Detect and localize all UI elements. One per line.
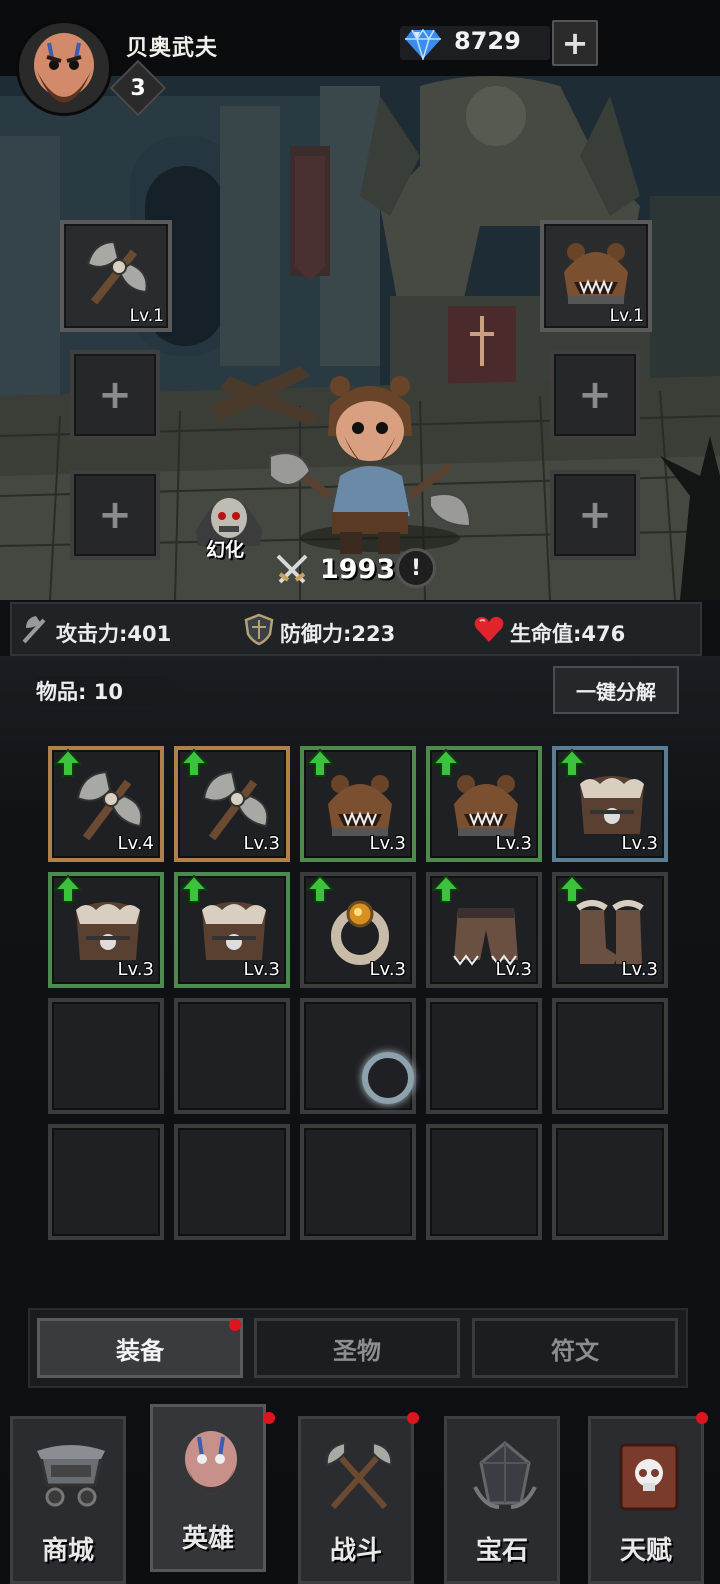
- nav-talent[interactable]: 天赋: [588, 1416, 704, 1584]
- empty-inventory-slot[interactable]: [426, 1124, 542, 1240]
- bear-helmet-icon: [564, 243, 628, 304]
- player-name: 贝奥武夫: [126, 36, 219, 61]
- inventory-item-fur-pants[interactable]: Lv.3: [426, 872, 542, 988]
- axe-icon: [86, 240, 148, 305]
- hp-stat: 生命值:476: [510, 622, 626, 646]
- player-level: 3: [130, 75, 146, 101]
- defense-stat: 防御力:223: [280, 622, 396, 646]
- inventory-item-fur-boots[interactable]: Lv.3: [552, 872, 668, 988]
- upgrade-arrow-icon: [54, 874, 82, 903]
- empty-inventory-slot[interactable]: [48, 1124, 164, 1240]
- upgrade-arrow-icon: [180, 748, 208, 777]
- inventory-item-ring[interactable]: Lv.3: [300, 872, 416, 988]
- nav-shop[interactable]: 商城: [10, 1416, 126, 1584]
- inventory-item-fur-armor[interactable]: Lv.3: [174, 872, 290, 988]
- empty-equip-slot[interactable]: +: [550, 350, 640, 440]
- upgrade-arrow-icon: [558, 874, 586, 903]
- gem-count: 8729: [454, 27, 521, 55]
- diamond-icon: [405, 28, 441, 60]
- inventory-item-axe[interactable]: Lv.3: [174, 746, 290, 862]
- dismantle-all-button[interactable]: 一键分解: [553, 666, 679, 714]
- equipped-weapon-slot[interactable]: Lv.1: [60, 220, 172, 332]
- empty-inventory-slot[interactable]: [48, 998, 164, 1114]
- item-level: Lv.3: [243, 959, 280, 980]
- slot-level: Lv.1: [129, 306, 164, 326]
- notification-dot: [696, 1412, 708, 1424]
- plus-icon: +: [578, 372, 612, 418]
- power-info-button[interactable]: !: [396, 548, 436, 588]
- tab-equipment[interactable]: 装备: [37, 1318, 243, 1378]
- attack-stat: 攻击力:401: [56, 622, 172, 646]
- empty-equip-slot[interactable]: +: [70, 350, 160, 440]
- combat-power: 1993: [320, 554, 396, 585]
- items-count: 物品: 10: [36, 676, 186, 706]
- tab-runes[interactable]: 符文: [472, 1318, 678, 1378]
- axe-attack-icon: [22, 616, 46, 644]
- inventory-item-fur-armor[interactable]: Lv.3: [552, 746, 668, 862]
- crossed-swords-icon: [276, 554, 308, 584]
- upgrade-arrow-icon: [432, 748, 460, 777]
- empty-inventory-slot[interactable]: [174, 1124, 290, 1240]
- skull-book-icon: [619, 1443, 679, 1511]
- nav-label: 商城: [41, 1536, 94, 1566]
- notification-dot: [263, 1412, 275, 1424]
- plus-icon: +: [578, 492, 612, 538]
- nav-label: 战斗: [329, 1536, 382, 1566]
- plus-icon: +: [98, 372, 132, 418]
- shield-icon: [244, 613, 274, 646]
- add-gems-button[interactable]: +: [552, 20, 598, 66]
- item-level: Lv.3: [369, 959, 406, 980]
- item-level: Lv.3: [243, 833, 280, 854]
- item-level: Lv.3: [117, 959, 154, 980]
- inventory-item-bear-helmet[interactable]: Lv.3: [300, 746, 416, 862]
- heart-icon: [474, 616, 504, 642]
- nav-label: 英雄: [181, 1524, 234, 1554]
- empty-inventory-slot[interactable]: [552, 1124, 668, 1240]
- item-level: Lv.3: [621, 833, 658, 854]
- nav-gems[interactable]: 宝石: [444, 1416, 560, 1584]
- item-level: Lv.4: [117, 833, 154, 854]
- nav-label: 宝石: [475, 1536, 528, 1566]
- equipped-helmet-slot[interactable]: Lv.1: [540, 220, 652, 332]
- stats-bar: 攻击力:401 防御力:223 生命值:476: [10, 602, 702, 656]
- skin-button[interactable]: 幻化: [206, 535, 244, 562]
- upgrade-arrow-icon: [306, 874, 334, 903]
- nav-label: 天赋: [619, 1536, 672, 1566]
- nav-hero[interactable]: 英雄: [150, 1404, 266, 1572]
- upgrade-arrow-icon: [306, 748, 334, 777]
- notification-dot: [407, 1412, 419, 1424]
- empty-inventory-slot[interactable]: [552, 998, 668, 1114]
- empty-inventory-slot[interactable]: [174, 998, 290, 1114]
- loading-spinner-icon: [362, 1052, 414, 1104]
- empty-equip-slot[interactable]: +: [550, 470, 640, 560]
- empty-inventory-slot[interactable]: [426, 998, 542, 1114]
- inventory-item-fur-armor[interactable]: Lv.3: [48, 872, 164, 988]
- tab-relics[interactable]: 圣物: [254, 1318, 460, 1378]
- game-screen: 贝奥武夫 3 8729 + Lv.1 + + Lv.1 + + 幻化 1993 …: [0, 0, 720, 1584]
- empty-inventory-slot[interactable]: [300, 1124, 416, 1240]
- inventory-item-axe[interactable]: Lv.4: [48, 746, 164, 862]
- nav-battle[interactable]: 战斗: [298, 1416, 414, 1584]
- item-level: Lv.3: [621, 959, 658, 980]
- item-level: Lv.3: [495, 959, 532, 980]
- player-avatar[interactable]: [16, 20, 112, 116]
- item-level: Lv.3: [495, 833, 532, 854]
- inventory-item-bear-helmet[interactable]: Lv.3: [426, 746, 542, 862]
- crossed-axes-icon: [325, 1441, 393, 1509]
- empty-equip-slot[interactable]: +: [70, 470, 160, 560]
- notification-dot: [229, 1319, 241, 1331]
- shop-cart-icon: [37, 1445, 105, 1507]
- gem-stone-icon: [473, 1441, 537, 1509]
- item-level: Lv.3: [369, 833, 406, 854]
- upgrade-arrow-icon: [432, 874, 460, 903]
- slot-level: Lv.1: [609, 306, 644, 326]
- plus-icon: +: [98, 492, 132, 538]
- upgrade-arrow-icon: [54, 748, 82, 777]
- upgrade-arrow-icon: [180, 874, 208, 903]
- hero-icon: [185, 1431, 237, 1495]
- upgrade-arrow-icon: [558, 748, 586, 777]
